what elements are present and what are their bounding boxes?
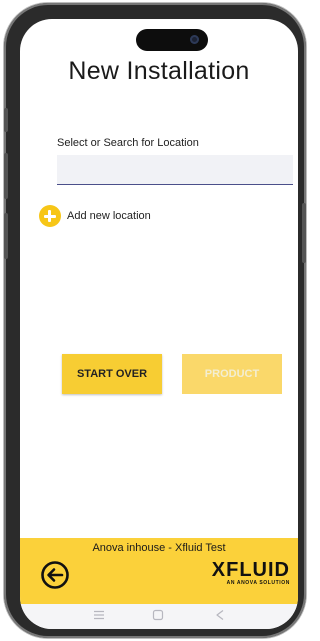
- account-label: Anova inhouse - Xfluid Test: [92, 542, 226, 554]
- add-icon[interactable]: [39, 205, 61, 227]
- back-icon[interactable]: [213, 608, 227, 622]
- back-arrow-icon[interactable]: [40, 560, 70, 590]
- xfluid-logo: XFLUID AN ANOVA SOLUTION: [212, 560, 290, 587]
- mute-switch: [4, 108, 8, 132]
- volume-up-button: [4, 153, 8, 199]
- start-over-button[interactable]: START OVER: [62, 354, 162, 394]
- footer-bar: Anova inhouse - Xfluid Test XFLUID AN AN…: [20, 538, 298, 604]
- logo-tagline: AN ANOVA SOLUTION: [226, 580, 290, 586]
- location-label: Select or Search for Location: [57, 137, 199, 149]
- volume-down-button: [4, 213, 8, 259]
- product-button[interactable]: PRODUCT: [182, 354, 282, 394]
- screen: New Installation Select or Search for Lo…: [20, 19, 298, 629]
- camera-icon: [190, 35, 199, 44]
- add-location-button[interactable]: Add new location: [39, 205, 151, 227]
- system-nav-bar: [20, 604, 298, 629]
- location-search-input[interactable]: [57, 155, 293, 185]
- add-location-label[interactable]: Add new location: [67, 210, 151, 222]
- power-button: [302, 203, 306, 263]
- notch: [136, 29, 208, 51]
- phone-frame: New Installation Select or Search for Lo…: [4, 3, 306, 638]
- home-icon[interactable]: [151, 608, 165, 622]
- logo-wordmark: XFLUID: [211, 559, 290, 581]
- page-title: New Installation: [68, 57, 250, 85]
- menu-icon[interactable]: [92, 608, 106, 622]
